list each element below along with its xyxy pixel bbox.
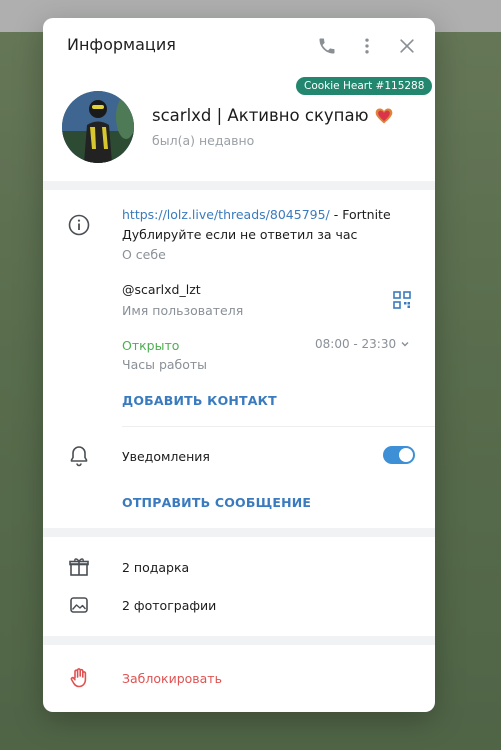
open-status: Открыто: [122, 338, 180, 353]
block-hand-icon: [67, 666, 91, 690]
toggle-knob: [399, 448, 413, 462]
username-value[interactable]: @scarlxd_lzt: [122, 282, 201, 297]
call-button[interactable]: [315, 34, 339, 58]
bio-line-2: Дублируйте если не ответил за час: [122, 227, 358, 242]
business-hours-value: 08:00 - 23:30: [315, 337, 397, 351]
bio-text: https://lolz.live/threads/8045795/ - For…: [122, 207, 391, 222]
bio-rest: - Fortnite: [329, 207, 391, 222]
avatar-image: [62, 91, 134, 163]
dialog-title: Информация: [67, 35, 176, 54]
more-vertical-icon: [365, 38, 369, 54]
gifts-item[interactable]: 2 подарка: [122, 560, 189, 575]
bio-link[interactable]: https://lolz.live/threads/8045795/: [122, 207, 330, 222]
info-icon: [67, 213, 91, 237]
username-label: Имя пользователя: [122, 303, 244, 318]
bell-icon: [67, 444, 91, 468]
block-user-button[interactable]: Заблокировать: [122, 671, 222, 686]
notifications-label: Уведомления: [122, 449, 210, 464]
photo-icon: [67, 593, 91, 617]
last-seen-status: был(а) недавно: [152, 133, 255, 148]
chevron-down-icon: [401, 342, 409, 347]
profile-name: scarlxd | Активно скупаю: [152, 105, 369, 125]
add-contact-button[interactable]: ДОБАВИТЬ КОНТАКТ: [122, 393, 277, 408]
phone-icon: [319, 38, 335, 54]
close-icon: [400, 39, 414, 53]
send-message-button[interactable]: ОТПРАВИТЬ СООБЩЕНИЕ: [122, 495, 311, 510]
section-separator: [43, 181, 435, 190]
section-separator: [43, 528, 435, 537]
photos-item[interactable]: 2 фотографии: [122, 598, 216, 613]
business-hours-label: Часы работы: [122, 357, 208, 372]
close-button[interactable]: [395, 34, 419, 58]
profile-name-row: scarlxd | Активно скупаю: [152, 105, 394, 125]
gift-icon: [67, 555, 91, 579]
qr-code-icon: [393, 291, 411, 309]
cookie-heart-icon[interactable]: [374, 106, 394, 126]
more-button[interactable]: [355, 34, 379, 58]
section-separator: [43, 636, 435, 645]
divider: [122, 426, 435, 427]
business-hours-toggle[interactable]: 08:00 - 23:30: [315, 337, 410, 351]
user-info-dialog: Информация Cookie Heart #115288 scarlxd …: [43, 18, 435, 712]
qr-code-button[interactable]: [392, 290, 412, 310]
gift-badge[interactable]: Cookie Heart #115288: [296, 77, 433, 95]
dialog-header: Информация: [43, 18, 435, 74]
avatar[interactable]: [62, 91, 134, 163]
bio-label: О себе: [122, 247, 166, 262]
notifications-toggle[interactable]: [383, 446, 415, 464]
